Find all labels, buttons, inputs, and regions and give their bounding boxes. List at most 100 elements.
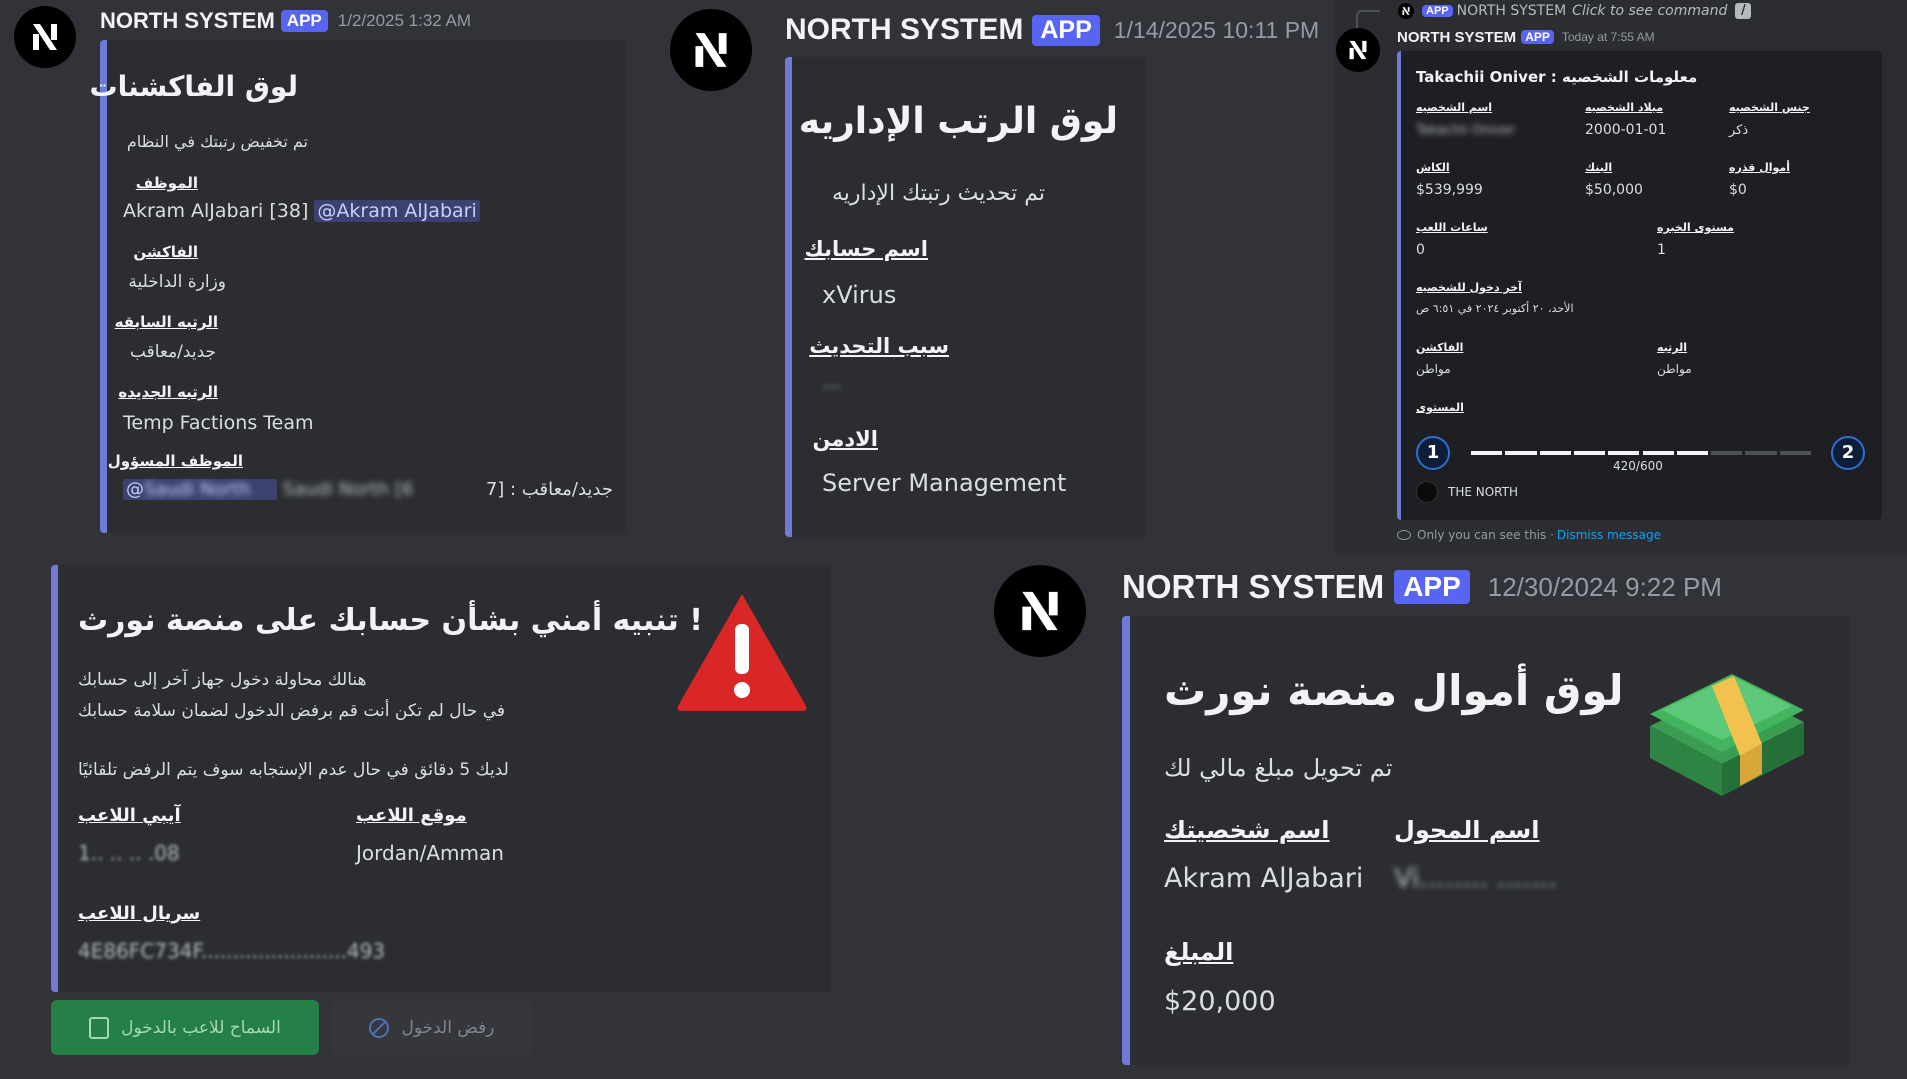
field-value: Server Management bbox=[822, 469, 1067, 497]
field-name: ميلاد الشخصيه bbox=[1585, 101, 1664, 114]
field-value-redacted: 4E86FC734F.......................493 bbox=[78, 939, 386, 963]
embed-money-log: لوق أموال منصة نورث تم تحويل مبلغ مالي ل… bbox=[1122, 616, 1850, 1065]
message-header: NORTH SYSTEM APP Today at 7:55 AM bbox=[1397, 28, 1655, 46]
app-badge: APP bbox=[1422, 5, 1453, 17]
embed-description: تم تحديث رتبتك الإداريه bbox=[831, 181, 1045, 206]
field-value: ذكر bbox=[1729, 123, 1749, 138]
level-progress-segment bbox=[1676, 451, 1709, 455]
level-progress-text: 420/600 bbox=[1613, 459, 1663, 473]
level-next-value: 2 bbox=[1841, 442, 1855, 463]
app-badge: APP bbox=[1521, 30, 1554, 44]
field-value: Akram AlJabari [38] @Akram AlJabari bbox=[123, 200, 480, 222]
field-value: مواطن bbox=[1416, 362, 1451, 376]
field-value: xVirus bbox=[822, 281, 897, 309]
timestamp[interactable]: 1/2/2025 1:32 AM bbox=[338, 11, 471, 31]
bot-name[interactable]: NORTH SYSTEM bbox=[785, 13, 1023, 47]
slash-command-icon: / bbox=[1735, 3, 1752, 19]
app-badge: APP bbox=[1032, 14, 1100, 46]
user-mention[interactable]: @Saudi North bbox=[123, 479, 277, 500]
allow-login-button[interactable]: السماح للاعب بالدخول bbox=[51, 1000, 319, 1055]
field-value: $50,000 bbox=[1585, 182, 1643, 198]
field-value: Temp Factions Team bbox=[123, 412, 314, 434]
login-icon bbox=[89, 1016, 110, 1039]
field-name: جنس الشخصيه bbox=[1729, 101, 1810, 114]
level-progress-bar bbox=[1471, 451, 1811, 455]
footer-icon bbox=[1416, 481, 1438, 503]
field-value: 1 bbox=[1657, 242, 1666, 258]
timestamp[interactable]: 1/14/2025 10:11 PM bbox=[1114, 17, 1319, 44]
field-name: سريال اللاعب bbox=[78, 903, 201, 924]
field-value: $20,000 bbox=[1164, 986, 1276, 1017]
level-progress-segment bbox=[1608, 451, 1640, 455]
eye-icon bbox=[1397, 530, 1411, 540]
level-progress-segment bbox=[1745, 451, 1777, 455]
warning-icon bbox=[677, 594, 807, 711]
app-badge: APP bbox=[1394, 570, 1470, 604]
bot-avatar-small bbox=[1398, 3, 1414, 19]
field-value: وزارة الداخلية bbox=[128, 272, 226, 292]
reply-connector bbox=[1356, 10, 1380, 30]
field-name: البنك bbox=[1585, 161, 1613, 174]
field-value: Akram AlJabari bbox=[1164, 863, 1364, 894]
alert-line-3: لديك 5 دقائق في حال عدم الإستجابه سوف يت… bbox=[78, 760, 509, 780]
bot-avatar[interactable] bbox=[1336, 28, 1380, 72]
north-logo-icon bbox=[695, 33, 727, 67]
field-value: $539,999 bbox=[1416, 182, 1483, 198]
level-progress-segment bbox=[1505, 451, 1537, 455]
embed-faction-log: لوق الفاكشنات تم تخفيض رتبتك في النظام ا… bbox=[90, 40, 626, 533]
bot-name[interactable]: NORTH SYSTEM bbox=[1397, 29, 1516, 46]
allow-label: السماح للاعب بالدخول bbox=[121, 1017, 281, 1038]
embed-title: لوق الرتب الإداريه bbox=[798, 101, 1118, 142]
north-logo-icon bbox=[33, 24, 57, 50]
reply-hint: Click to see command bbox=[1572, 3, 1728, 19]
field-name: الادمن bbox=[812, 427, 878, 451]
bot-name[interactable]: NORTH SYSTEM bbox=[1122, 568, 1384, 606]
bot-avatar[interactable] bbox=[994, 565, 1086, 657]
field-name: آيبي اللاعب bbox=[78, 805, 181, 826]
reply-bot-name: NORTH SYSTEM bbox=[1456, 3, 1567, 19]
user-mention[interactable]: @Akram AlJabari bbox=[314, 200, 480, 222]
embed-description: تم تحويل مبلغ مالي لك bbox=[1164, 754, 1393, 782]
field-name: الكاش bbox=[1416, 161, 1450, 174]
north-logo-icon bbox=[1022, 591, 1058, 631]
money-stack-icon bbox=[1650, 674, 1804, 796]
field-name: اسم الشخصيه bbox=[1416, 101, 1493, 114]
field-value: 0 bbox=[1416, 242, 1425, 258]
field-name: المستوى bbox=[1416, 401, 1464, 414]
field-value: @Saudi North Saudi North [6 جديد/معاقب :… bbox=[123, 479, 613, 500]
level-progress-segment bbox=[1711, 451, 1743, 455]
deny-login-button[interactable]: رفض الدخول bbox=[332, 1000, 532, 1055]
dismiss-message-link[interactable]: Dismiss message bbox=[1557, 528, 1661, 542]
level-current-value: 1 bbox=[1426, 442, 1440, 463]
field-value: Jordan/Amman bbox=[356, 841, 504, 865]
field-name: ساعات اللعب bbox=[1416, 221, 1488, 234]
field-name: الموظف المسؤول bbox=[107, 452, 243, 470]
footer-text: THE NORTH bbox=[1448, 485, 1518, 499]
app-badge: APP bbox=[280, 10, 328, 32]
bot-avatar[interactable] bbox=[14, 6, 76, 68]
field-value: مواطن bbox=[1657, 362, 1692, 376]
field-name: موقع اللاعب bbox=[356, 805, 467, 826]
field-name: المبلغ bbox=[1164, 938, 1234, 966]
north-logo-icon bbox=[1402, 7, 1410, 15]
field-name: الفاكشن bbox=[133, 243, 198, 261]
embed-title: Takachii Oniver : معلومات الشخصيه bbox=[1416, 68, 1698, 86]
message-header: NORTH SYSTEM APP 1/14/2025 10:11 PM bbox=[785, 10, 1319, 50]
alert-line-2: في حال لم تكن أنت قم برفض الدخول لضمان س… bbox=[78, 701, 505, 721]
level-progress-segment bbox=[1539, 451, 1571, 455]
deny-label: رفض الدخول bbox=[401, 1017, 495, 1038]
field-value: جديد/معاقب bbox=[129, 342, 216, 362]
alert-line-1: هنالك محاولة دخول جهاز آخر إلى حسابك bbox=[78, 670, 367, 690]
timestamp[interactable]: Today at 7:55 AM bbox=[1562, 30, 1655, 44]
field-value-redacted: Vi........ ....... bbox=[1394, 863, 1557, 894]
embed-title: لوق أموال منصة نورث bbox=[1164, 666, 1624, 715]
field-name: أموال قذره bbox=[1729, 161, 1791, 174]
ephemeral-notice: Only you can see this · Dismiss message bbox=[1397, 528, 1661, 542]
timestamp[interactable]: 12/30/2024 9:22 PM bbox=[1488, 572, 1722, 603]
reply-preview[interactable]: APP NORTH SYSTEM Click to see command / bbox=[1398, 2, 1752, 20]
ephemeral-text: Only you can see this · bbox=[1417, 528, 1554, 542]
bot-avatar[interactable] bbox=[670, 9, 752, 91]
embed-admin-rank-log: لوق الرتب الإداريه تم تحديث رتبتك الإدار… bbox=[785, 57, 1146, 537]
bot-name[interactable]: NORTH SYSTEM bbox=[100, 8, 275, 34]
field-name: الرتبه السابقه bbox=[114, 313, 218, 331]
